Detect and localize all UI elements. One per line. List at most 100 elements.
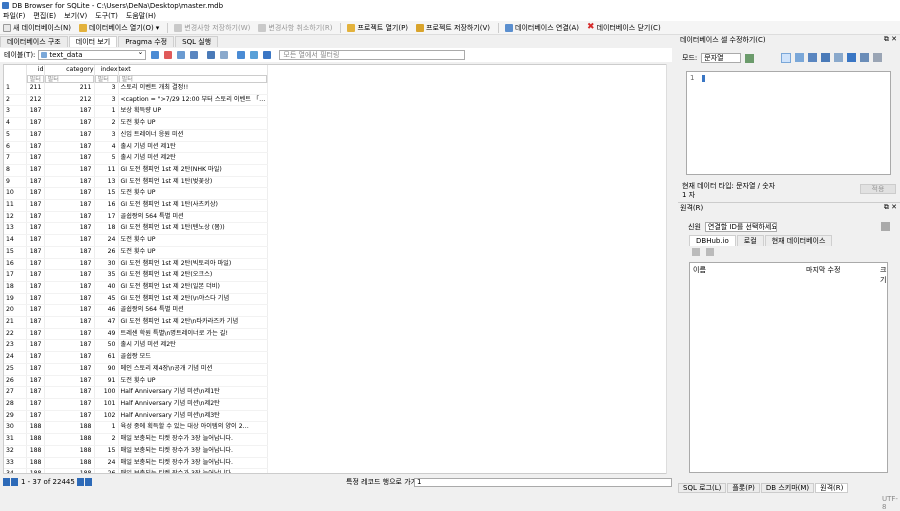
table-row[interactable]: 30 188 188 1 육성 중에 획득할 수 있는 대상 아이템의 양이 2… <box>4 421 269 435</box>
table-row[interactable]: 15 187 187 26 도전 횟수 UP <box>4 246 269 259</box>
save-project-button[interactable]: 프로젝트 저장하기(V) <box>416 23 490 33</box>
cell-text[interactable]: GI 도전 챔피언 1st 제 1탄(사츠키상) <box>118 199 269 212</box>
row-number[interactable]: 26 <box>4 375 27 388</box>
cell-id[interactable]: 187 <box>26 258 45 271</box>
cell-category[interactable]: 187 <box>44 152 95 165</box>
cell-index[interactable]: 47 <box>94 316 119 329</box>
identity-select[interactable]: 연결할 ID를 선택하세요 <box>704 222 777 232</box>
tab-local[interactable]: 로컬 <box>736 235 764 246</box>
settings-icon[interactable] <box>873 53 882 62</box>
attach-database-button[interactable]: 데이터베이스 연결(A) <box>505 23 579 33</box>
row-number[interactable]: 18 <box>4 281 27 294</box>
cell-index[interactable]: 4 <box>94 141 119 154</box>
tab-plot[interactable]: 플롯(P) <box>727 483 760 493</box>
cell-index[interactable]: 5 <box>94 152 119 165</box>
cell-id[interactable]: 187 <box>26 316 45 329</box>
mode-select[interactable]: 문자열 <box>701 53 742 63</box>
cell-category[interactable]: 187 <box>44 211 95 224</box>
cell-id[interactable]: 212 <box>26 94 45 107</box>
cell-category[interactable]: 187 <box>44 199 95 212</box>
row-number[interactable]: 6 <box>4 141 27 154</box>
row-number[interactable]: 11 <box>4 199 27 212</box>
cell-id[interactable]: 187 <box>26 129 45 142</box>
cell-category[interactable]: 187 <box>44 316 95 329</box>
row-number[interactable]: 21 <box>4 316 27 329</box>
cell-index[interactable]: 61 <box>94 351 119 364</box>
filter-index-input[interactable]: 필터 <box>94 74 118 83</box>
row-number[interactable]: 31 <box>4 433 27 446</box>
cell-text[interactable]: GI 도전 챔피언 1st 제 1탄(텐노상 (봄)) <box>118 222 269 236</box>
cell-index[interactable]: 30 <box>94 258 119 271</box>
cell-id[interactable]: 188 <box>26 457 45 470</box>
save-filter-icon[interactable] <box>177 51 186 59</box>
cell-category[interactable]: 188 <box>44 457 95 470</box>
cell-id[interactable]: 187 <box>26 386 45 399</box>
row-number[interactable]: 25 <box>4 363 27 376</box>
row-number[interactable]: 1 <box>4 83 27 95</box>
cell-text[interactable]: 보상 획득량 UP <box>118 105 269 119</box>
cell-id[interactable]: 187 <box>26 281 45 294</box>
cell-category[interactable]: 187 <box>44 398 95 411</box>
cell-category[interactable]: 187 <box>44 304 95 318</box>
row-number[interactable]: 7 <box>4 152 27 165</box>
panel-float-close-icon[interactable]: ⧉ ✕ <box>884 35 897 44</box>
cell-text[interactable]: 도전 횟수 UP <box>118 187 269 201</box>
cell-text[interactable]: GI 도전 챔피언 1st 제 2탄(NHK 마일) <box>118 164 269 177</box>
find-replace-icon[interactable] <box>250 51 259 59</box>
vertical-scrollbar[interactable] <box>666 64 672 474</box>
table-row[interactable]: 18 187 187 40 GI 도전 챔피언 1st 제 2탄(일본 더비) <box>4 281 269 294</box>
close-database-button[interactable]: ✖ 데이터베이스 닫기(C) <box>587 22 661 33</box>
remote-file-list[interactable]: 이름 마지막 수정 크기 <box>689 262 888 473</box>
cell-category[interactable]: 212 <box>44 94 95 107</box>
tab-sql-log[interactable]: SQL 로그(L) <box>678 483 727 493</box>
cell-index[interactable]: 18 <box>94 222 119 236</box>
cell-id[interactable]: 187 <box>26 375 45 388</box>
cell-category[interactable]: 187 <box>44 258 95 271</box>
table-row[interactable]: 19 187 187 45 GI 도전 챔피언 1st 제 2탄(\n야스다 기념 <box>4 293 269 306</box>
tab-browse-data[interactable]: 데이터 보기 <box>68 36 118 47</box>
cell-category[interactable]: 187 <box>44 105 95 119</box>
menu-edit[interactable]: 편집(E) <box>33 11 56 21</box>
cell-category[interactable]: 187 <box>44 375 95 388</box>
print-cell-icon[interactable] <box>860 53 869 62</box>
cell-text[interactable]: 도전 횟수 UP <box>118 246 269 259</box>
cell-category[interactable]: 187 <box>44 176 95 189</box>
cell-index[interactable]: 3 <box>94 83 119 95</box>
column-header-index[interactable]: index <box>94 65 119 74</box>
row-number[interactable]: 30 <box>4 421 27 435</box>
cell-category[interactable]: 187 <box>44 410 95 423</box>
cell-index[interactable]: 1 <box>94 105 119 119</box>
cell-text[interactable]: 출시 기념 미션 제2탄 <box>118 152 269 165</box>
previous-record-icon[interactable] <box>11 478 18 486</box>
cell-category[interactable]: 187 <box>44 281 95 294</box>
filter-icon[interactable] <box>263 51 272 59</box>
cell-index[interactable]: 2 <box>94 433 119 446</box>
cell-id[interactable]: 188 <box>26 445 45 458</box>
cell-text[interactable]: 매일 보충되는 티켓 장수가 3장 늘어납니다. <box>118 457 269 470</box>
table-row[interactable]: 9 187 187 13 GI 도전 챔피언 1st 제 1탄(벚꽃상) <box>4 176 269 189</box>
row-number[interactable]: 33 <box>4 457 27 470</box>
table-row[interactable]: 25 187 187 90 메인 스토리 제4장\n공개 기념 미션 <box>4 363 269 376</box>
cell-index[interactable]: 101 <box>94 398 119 411</box>
table-row[interactable]: 12 187 187 17 골쉽짱의 564 특별 미션 <box>4 211 269 224</box>
cell-index[interactable]: 11 <box>94 164 119 177</box>
cell-index[interactable]: 3 <box>94 129 119 142</box>
cell-id[interactable]: 188 <box>26 468 45 473</box>
cell-id[interactable]: 187 <box>26 211 45 224</box>
cell-category[interactable]: 187 <box>44 386 95 399</box>
cell-text[interactable]: Half Anniversary 기념 미션\n제1탄 <box>118 386 269 399</box>
data-grid[interactable]: id category index text 필터 필터 필터 필터 1 211 2… <box>3 64 667 474</box>
cell-index[interactable]: 46 <box>94 304 119 318</box>
table-row[interactable]: 14 187 187 24 도전 횟수 UP <box>4 234 269 247</box>
cell-id[interactable]: 187 <box>26 199 45 212</box>
cell-index[interactable]: 15 <box>94 187 119 201</box>
write-changes-button[interactable]: 변경사항 저장하기(W) <box>174 23 250 33</box>
table-row[interactable]: 21 187 187 47 GI 도전 챔피언 1st 제 2탄\n타카라즈카 기념 <box>4 316 269 329</box>
cell-index[interactable]: 3 <box>94 94 119 107</box>
apply-button[interactable]: 적용 <box>860 184 896 194</box>
cell-text[interactable]: GI 도전 챔피언 1st 제 2탄\n타카라즈카 기념 <box>118 316 269 329</box>
save-cell-icon[interactable] <box>847 53 856 62</box>
row-number[interactable]: 22 <box>4 328 27 341</box>
cell-id[interactable]: 187 <box>26 141 45 154</box>
column-header-category[interactable]: category <box>44 65 95 74</box>
